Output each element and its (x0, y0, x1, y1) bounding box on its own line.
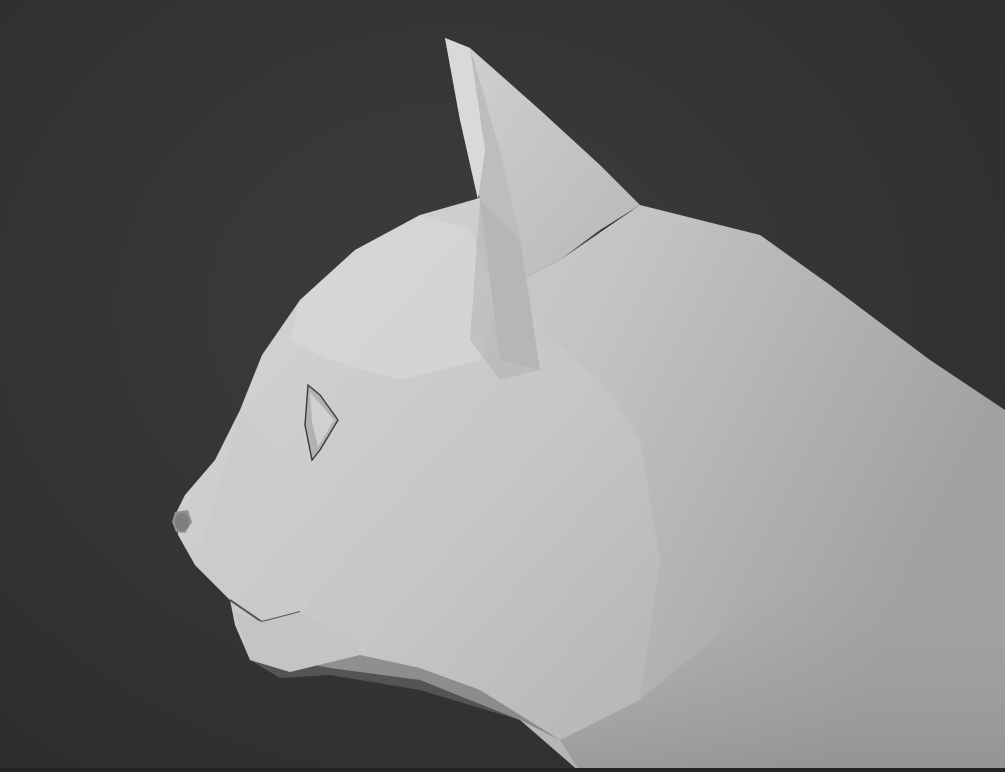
3d-viewport[interactable] (0, 0, 1005, 772)
viewport-bottom-edge (0, 768, 1005, 772)
cat-forehead-highlight (290, 215, 500, 380)
viewport-canvas[interactable] (0, 0, 1005, 772)
cat-nostril (175, 513, 189, 531)
